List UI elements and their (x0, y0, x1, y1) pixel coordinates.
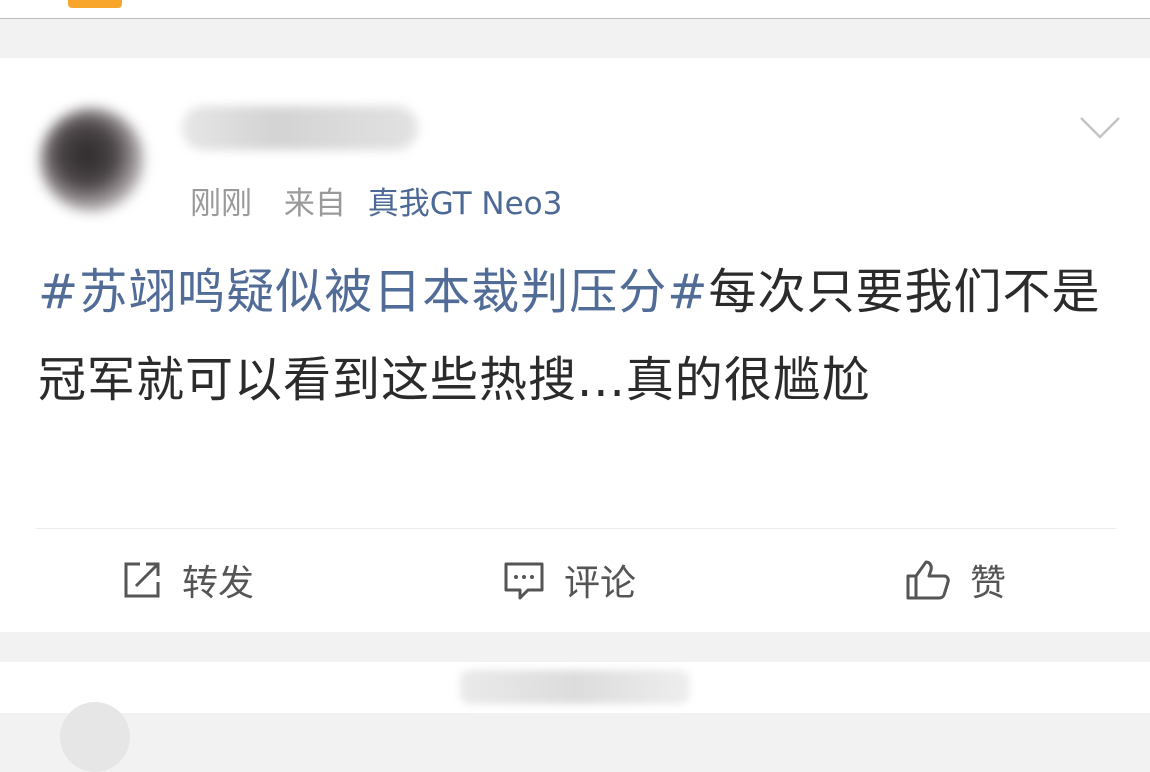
next-post-card (0, 662, 1150, 772)
active-tab-indicator (68, 0, 122, 8)
repost-icon (124, 562, 160, 598)
avatar[interactable] (40, 108, 144, 212)
post-time: 刚刚 (190, 186, 252, 222)
like-button[interactable]: 赞 (904, 554, 1006, 606)
comment-label: 评论 (564, 563, 637, 604)
top-tab-bar (0, 0, 1150, 19)
username-blurred[interactable] (460, 670, 690, 704)
post-content: #苏翊鸣疑似被日本裁判压分#每次只要我们不是冠军就可以看到这些热搜...真的很尴… (38, 248, 1123, 424)
comment-icon (504, 562, 544, 600)
repost-label: 转发 (182, 563, 255, 604)
post-device[interactable]: 真我GT Neo3 (368, 186, 563, 222)
hashtag-link[interactable]: #苏翊鸣疑似被日本裁判压分# (38, 264, 708, 320)
post-card: 刚刚 来自 真我GT Neo3 #苏翊鸣疑似被日本裁判压分#每次只要我们不是冠军… (0, 58, 1150, 632)
post-meta: 刚刚 来自 真我GT Neo3 (190, 182, 562, 226)
repost-button[interactable]: 转发 (120, 554, 254, 606)
thumbs-up-icon (906, 560, 950, 600)
divider (36, 528, 1116, 529)
chevron-down-icon[interactable] (1078, 114, 1122, 142)
like-label: 赞 (970, 563, 1007, 604)
post-source-label: 来自 (283, 186, 346, 222)
comment-button[interactable]: 评论 (502, 554, 636, 606)
username-blurred[interactable] (182, 106, 418, 150)
